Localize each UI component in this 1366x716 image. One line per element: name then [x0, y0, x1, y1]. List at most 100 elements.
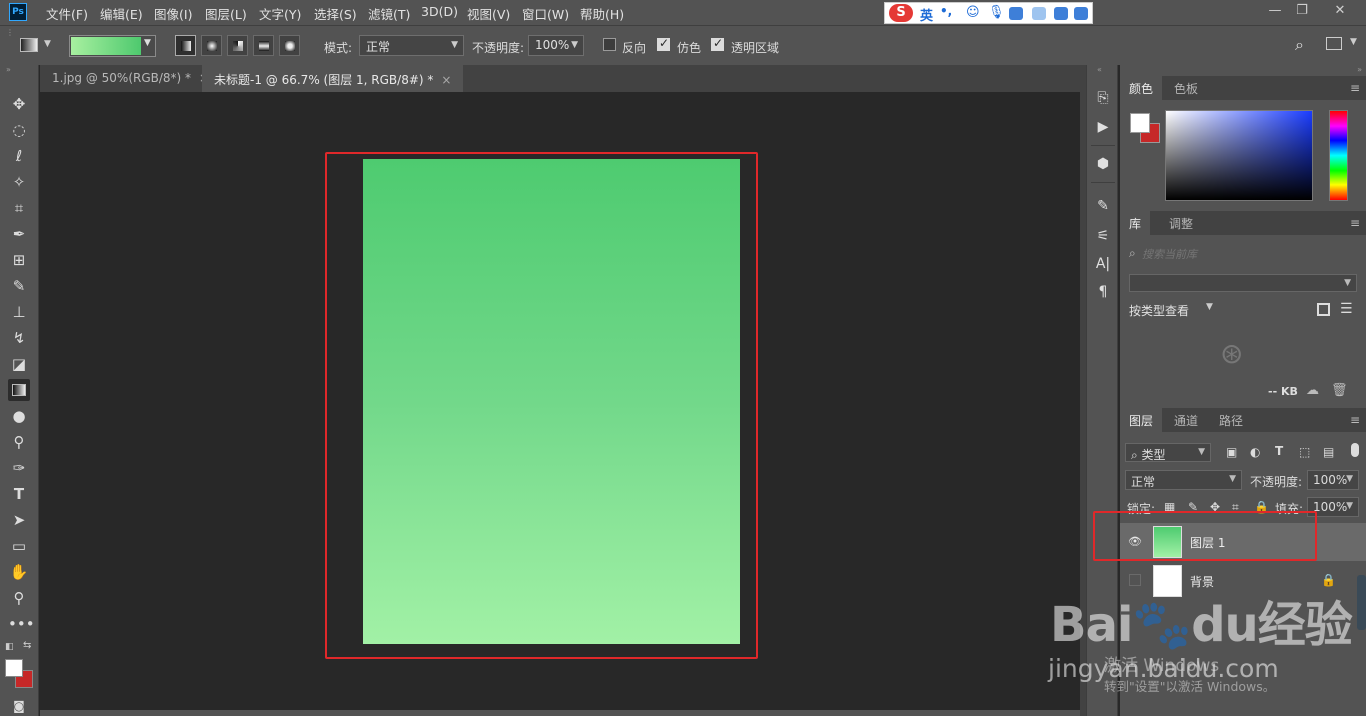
tab-libraries[interactable]: 库	[1120, 211, 1151, 235]
smart-object-filter-icon[interactable]: ▤	[1323, 445, 1334, 459]
trash-icon[interactable]: 🗑	[1331, 383, 1348, 398]
marquee-tool-icon[interactable]: ◌	[8, 119, 30, 141]
more-tools-icon[interactable]: •••	[8, 613, 35, 635]
menu-filter[interactable]: 滤镜(T)	[368, 4, 410, 23]
tab-color[interactable]: 颜色	[1120, 76, 1163, 100]
reflected-gradient-button[interactable]	[253, 35, 274, 56]
default-colors-icon[interactable]: ◧	[5, 642, 14, 652]
library-select[interactable]: ▼	[1129, 274, 1357, 292]
chevron-down-icon[interactable]: ▼	[1350, 37, 1357, 47]
menu-type[interactable]: 文字(Y)	[259, 4, 301, 23]
crop-tool-icon[interactable]: ⌗	[8, 197, 30, 219]
restore-icon[interactable]: ❐	[1293, 3, 1311, 19]
grid-view-icon[interactable]	[1317, 303, 1330, 316]
path-selection-tool-icon[interactable]: ➤	[8, 509, 30, 531]
menu-file[interactable]: 文件(F)	[46, 4, 88, 23]
type-tool-icon[interactable]: T	[8, 483, 30, 505]
pixel-filter-icon[interactable]: ▣	[1226, 445, 1237, 459]
actions-play-icon[interactable]: ▶	[1094, 118, 1112, 136]
menu-edit[interactable]: 编辑(E)	[100, 4, 143, 23]
smiley-icon[interactable]: ☺	[966, 5, 980, 20]
quick-mask-icon[interactable]: ◙	[8, 695, 30, 716]
menu-help[interactable]: 帮助(H)	[580, 4, 624, 23]
expand-icon[interactable]: «	[1097, 65, 1102, 74]
layer-opacity-input[interactable]: 100% ▼	[1307, 470, 1359, 490]
tab-paths[interactable]: 路径	[1210, 408, 1252, 432]
eraser-tool-icon[interactable]: ◪	[8, 353, 30, 375]
keyboard-icon[interactable]	[1009, 7, 1023, 20]
ime-language[interactable]: 英	[920, 5, 933, 24]
menu-3d[interactable]: 3D(D)	[421, 4, 458, 19]
close-icon[interactable]: ✕	[1331, 3, 1349, 19]
hue-slider[interactable]	[1329, 110, 1348, 201]
canvas-area[interactable]	[40, 92, 1080, 712]
sogou-logo[interactable]: S	[889, 4, 913, 22]
library-view-label[interactable]: 按类型查看	[1129, 302, 1189, 319]
layer-filter-select[interactable]: ⌕ 类型 ▼	[1125, 443, 1211, 462]
swap-colors-icon[interactable]: ⇆	[23, 640, 31, 651]
rectangle-tool-icon[interactable]: ▭	[8, 535, 30, 557]
menu-view[interactable]: 视图(V)	[467, 4, 510, 23]
chevron-down-icon[interactable]: ▼	[44, 39, 51, 49]
tab-1-jpg[interactable]: 1.jpg @ 50%(RGB/8*) *×	[40, 65, 221, 92]
transparency-checkbox[interactable]	[711, 36, 724, 51]
search-icon[interactable]: ⌕	[1295, 35, 1304, 55]
gradient-picker[interactable]: ▼	[69, 35, 156, 57]
reverse-checkbox[interactable]	[603, 38, 616, 51]
tab-untitled-1[interactable]: 未标题-1 @ 66.7% (图层 1, RGB/8#) * ×	[202, 65, 464, 92]
chevron-down-icon[interactable]: ▼	[1206, 302, 1213, 312]
healing-brush-tool-icon[interactable]: ⊞	[8, 249, 30, 271]
brushes-icon[interactable]: ✎	[1094, 197, 1112, 215]
history-brush-tool-icon[interactable]: ↯	[8, 327, 30, 349]
tab-channels[interactable]: 通道	[1165, 408, 1207, 432]
tab-layers[interactable]: 图层	[1120, 408, 1163, 432]
type-filter-icon[interactable]: T	[1275, 444, 1283, 458]
library-search-input[interactable]	[1142, 245, 1352, 263]
dodge-tool-icon[interactable]: ⚲	[8, 431, 30, 453]
paragraph-icon[interactable]: ¶	[1094, 283, 1112, 301]
dither-checkbox[interactable]	[657, 36, 670, 51]
collapse-icon[interactable]: »	[6, 65, 11, 74]
microphone-icon[interactable]: 🎙	[988, 5, 1005, 20]
color-field[interactable]	[1165, 110, 1313, 201]
history-icon[interactable]: ⎘	[1094, 89, 1112, 107]
close-icon[interactable]: ×	[441, 73, 451, 87]
filter-toggle[interactable]	[1351, 443, 1359, 457]
grid-icon[interactable]	[1074, 7, 1088, 20]
shape-filter-icon[interactable]: ⬚	[1299, 445, 1310, 459]
gradient-tool-icon[interactable]	[8, 379, 30, 401]
foreground-color-swatch[interactable]	[5, 659, 23, 677]
brush-tool-icon[interactable]: ✎	[8, 275, 30, 297]
character-icon[interactable]: A|	[1094, 255, 1112, 273]
menu-layer[interactable]: 图层(L)	[205, 4, 247, 23]
magic-wand-tool-icon[interactable]: ✧	[8, 171, 30, 193]
collapse-icon[interactable]: »	[1357, 65, 1362, 74]
color-foreground-swatch[interactable]	[1130, 113, 1150, 133]
list-view-icon[interactable]: ☰	[1340, 301, 1353, 317]
gradient-tool-preset-icon[interactable]	[20, 38, 38, 52]
linear-gradient-button[interactable]	[175, 35, 196, 56]
adjustment-filter-icon[interactable]: ◐	[1250, 445, 1260, 459]
ime-punctuation[interactable]: •,	[940, 4, 952, 18]
pen-tool-icon[interactable]: ✑	[8, 457, 30, 479]
diamond-gradient-button[interactable]	[279, 35, 300, 56]
gradient-swatch[interactable]	[71, 37, 141, 55]
user-icon[interactable]	[1032, 7, 1046, 20]
clone-stamp-tool-icon[interactable]: ⊥	[8, 301, 30, 323]
move-tool-icon[interactable]: ✥	[8, 93, 30, 115]
opacity-input[interactable]: 100% ▼	[528, 35, 584, 56]
menu-window[interactable]: 窗口(W)	[522, 4, 569, 23]
scrollbar[interactable]	[1357, 575, 1366, 630]
angle-gradient-button[interactable]	[227, 35, 248, 56]
panel-menu-icon[interactable]: ≡	[1350, 216, 1360, 230]
hand-tool-icon[interactable]: ✋	[8, 561, 30, 583]
panel-menu-icon[interactable]: ≡	[1350, 413, 1360, 427]
lasso-tool-icon[interactable]: ℓ	[8, 145, 30, 167]
blend-mode-select[interactable]: 正常 ▼	[1125, 470, 1242, 490]
menu-image[interactable]: 图像(I)	[154, 4, 192, 23]
cloud-icon[interactable]: ☁	[1306, 383, 1319, 398]
blur-tool-icon[interactable]: ●	[8, 405, 30, 427]
mode-select[interactable]: 正常 ▼	[359, 35, 464, 56]
workspace-icon[interactable]	[1326, 37, 1342, 50]
panel-menu-icon[interactable]: ≡	[1350, 81, 1360, 95]
